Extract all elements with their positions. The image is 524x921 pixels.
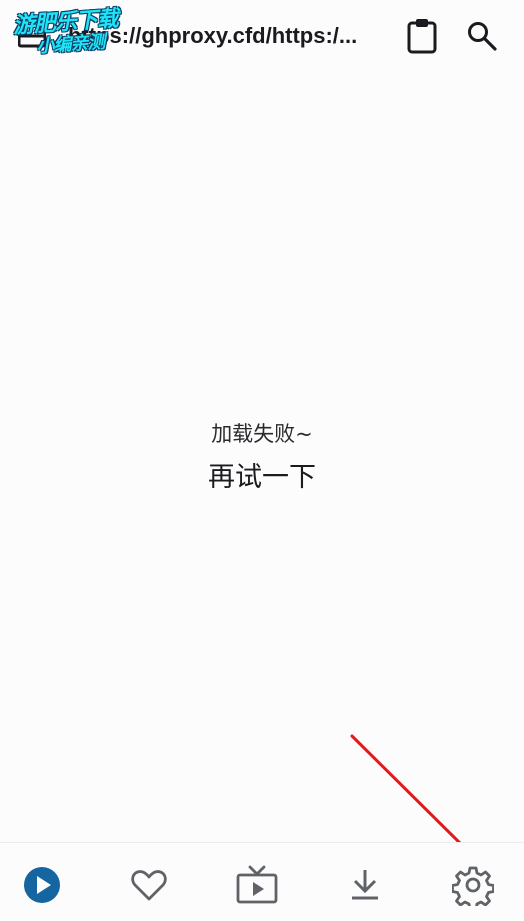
nav-item-settings[interactable] (451, 863, 495, 907)
menu-icon[interactable] (17, 22, 47, 50)
play-circle-icon (24, 867, 60, 903)
top-app-bar: https://ghproxy.cfd/https:/... (0, 0, 524, 72)
heart-icon (131, 870, 167, 901)
retry-button[interactable]: 再试一下 (187, 452, 337, 496)
clipboard-icon[interactable] (405, 18, 439, 54)
app-screen: https://ghproxy.cfd/https:/... 游肥乐下载 小编亲… (0, 0, 524, 921)
search-icon[interactable] (466, 20, 498, 52)
tv-icon (236, 865, 278, 904)
url-title: https://ghproxy.cfd/https:/... (68, 23, 358, 48)
bottom-navigation (0, 842, 524, 921)
nav-item-downloads[interactable] (343, 863, 387, 907)
download-icon (352, 870, 378, 900)
nav-item-tv[interactable] (235, 863, 279, 907)
nav-item-favorites[interactable] (127, 863, 171, 907)
error-message: 加载失败~ (211, 422, 313, 446)
settings-icon (452, 866, 494, 906)
nav-item-play[interactable] (20, 863, 64, 907)
